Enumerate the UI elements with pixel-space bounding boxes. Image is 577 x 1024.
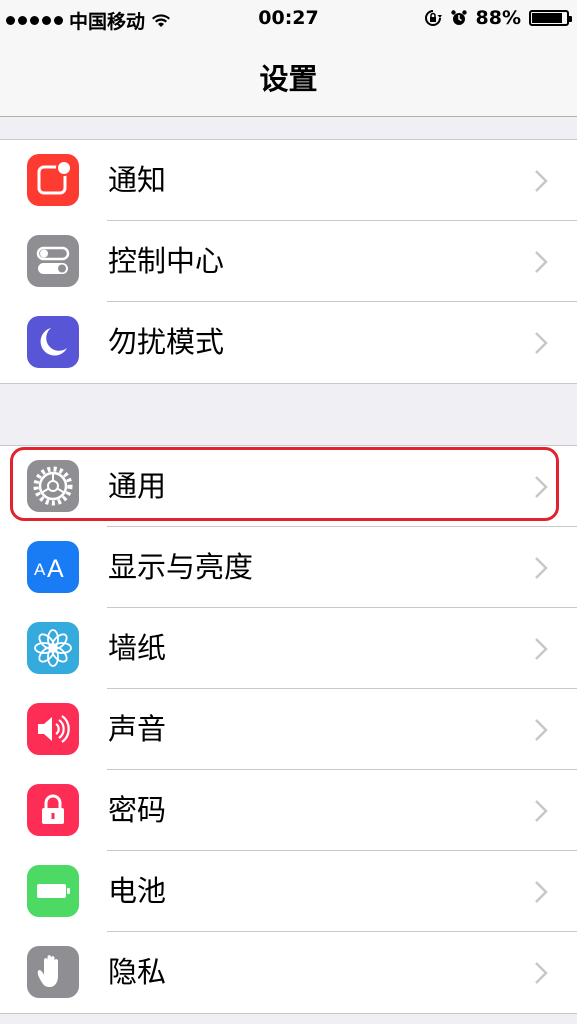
passcode-icon — [27, 784, 79, 836]
page-title: 设置 — [259, 62, 318, 96]
settings-row-do-not-disturb[interactable]: 勿扰模式 — [0, 302, 577, 383]
sound-icon — [27, 703, 79, 755]
row-label: 勿扰模式 — [108, 325, 225, 359]
row-label: 通知 — [108, 163, 167, 197]
chevron-right-icon — [535, 170, 548, 192]
chevron-right-icon — [535, 332, 548, 354]
navigation-bar: 设置 — [0, 38, 577, 117]
settings-row-notifications[interactable]: 通知 — [0, 140, 577, 221]
bottom-edge — [0, 1014, 577, 1024]
status-bar: 中国移动 00:27 88% — [0, 0, 577, 38]
settings-group-1: 通知 控制中心 勿扰模式 — [0, 139, 577, 384]
status-right: 88% — [424, 7, 572, 29]
row-label: 墙纸 — [108, 631, 167, 665]
chevron-right-icon — [535, 881, 548, 903]
notifications-icon — [27, 154, 79, 206]
svg-text:A: A — [47, 555, 64, 583]
settings-row-battery[interactable]: 电池 — [0, 851, 577, 932]
settings-group-2: 通用 A A 显示与亮度 墙纸 声音 密码 电池 隐私 — [0, 445, 577, 1014]
row-label: 显示与亮度 — [108, 550, 254, 584]
chevron-right-icon — [535, 962, 548, 984]
privacy-hand-icon — [27, 946, 79, 998]
battery-icon — [27, 865, 79, 917]
settings-row-passcode[interactable]: 密码 — [0, 770, 577, 851]
chevron-right-icon — [535, 800, 548, 822]
row-label: 密码 — [108, 793, 167, 827]
battery-status-icon — [529, 10, 572, 26]
settings-row-wallpaper[interactable]: 墙纸 — [0, 608, 577, 689]
row-label: 声音 — [108, 712, 167, 746]
rotation-lock-icon — [424, 10, 442, 26]
settings-row-display-brightness[interactable]: A A 显示与亮度 — [0, 527, 577, 608]
battery-percent: 88% — [475, 7, 521, 29]
chevron-right-icon — [535, 638, 548, 660]
display-brightness-icon: A A — [27, 541, 79, 593]
chevron-right-icon — [535, 557, 548, 579]
highlight-annotation — [10, 447, 559, 521]
settings-row-sounds[interactable]: 声音 — [0, 689, 577, 770]
settings-row-control-center[interactable]: 控制中心 — [0, 221, 577, 302]
row-label: 电池 — [108, 874, 167, 908]
row-label: 控制中心 — [108, 244, 225, 278]
settings-row-privacy[interactable]: 隐私 — [0, 932, 577, 1013]
row-label: 隐私 — [108, 955, 167, 989]
chevron-right-icon — [535, 251, 548, 273]
chevron-right-icon — [535, 719, 548, 741]
control-center-icon — [27, 235, 79, 287]
do-not-disturb-icon — [27, 316, 79, 368]
wallpaper-icon — [27, 622, 79, 674]
svg-text:A: A — [34, 560, 46, 579]
alarm-icon — [450, 10, 467, 25]
